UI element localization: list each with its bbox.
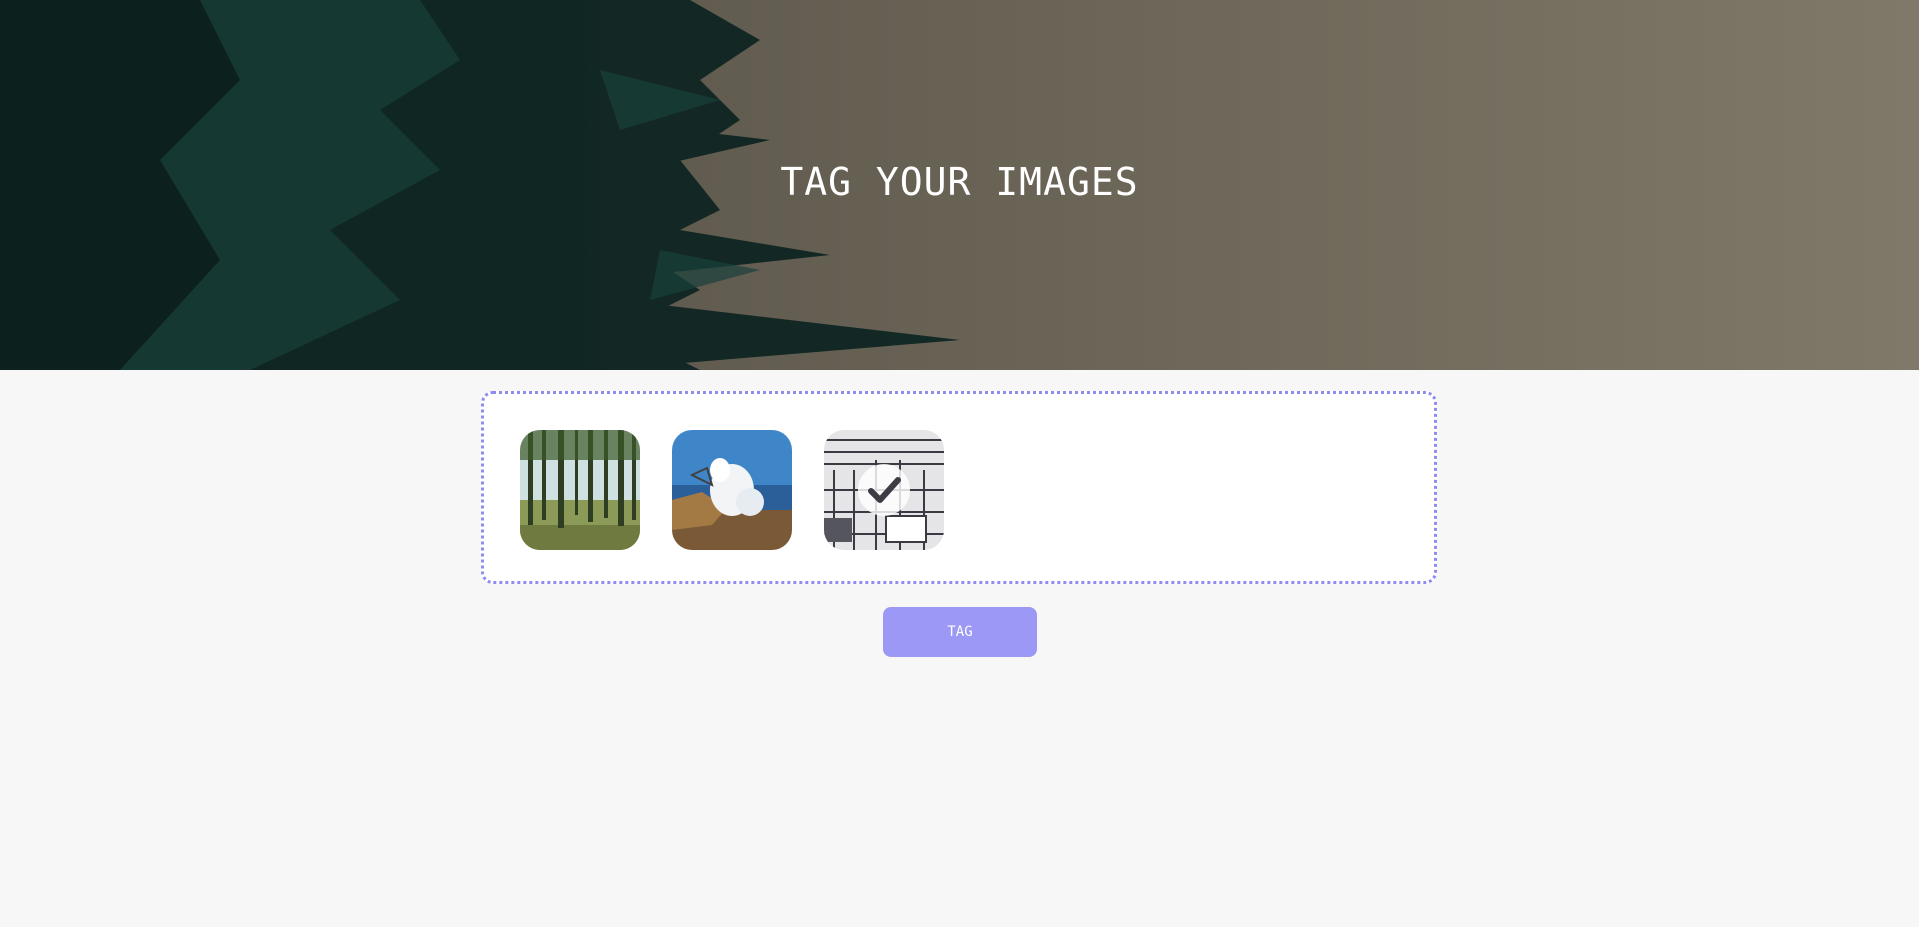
tag-button[interactable]: TAG: [883, 607, 1037, 657]
selected-check-icon: [858, 464, 910, 516]
image-thumbnail-forest[interactable]: [520, 430, 640, 550]
image-dropzone[interactable]: [481, 391, 1437, 584]
image-thumbnail-ocean[interactable]: [672, 430, 792, 550]
image-thumbnail-vintage[interactable]: [824, 430, 944, 550]
hero-banner: TAG YOUR IMAGES: [0, 0, 1919, 370]
forest-image: [520, 430, 640, 550]
page-title: TAG YOUR IMAGES: [780, 160, 1139, 204]
ocean-wave-image: [672, 430, 792, 550]
